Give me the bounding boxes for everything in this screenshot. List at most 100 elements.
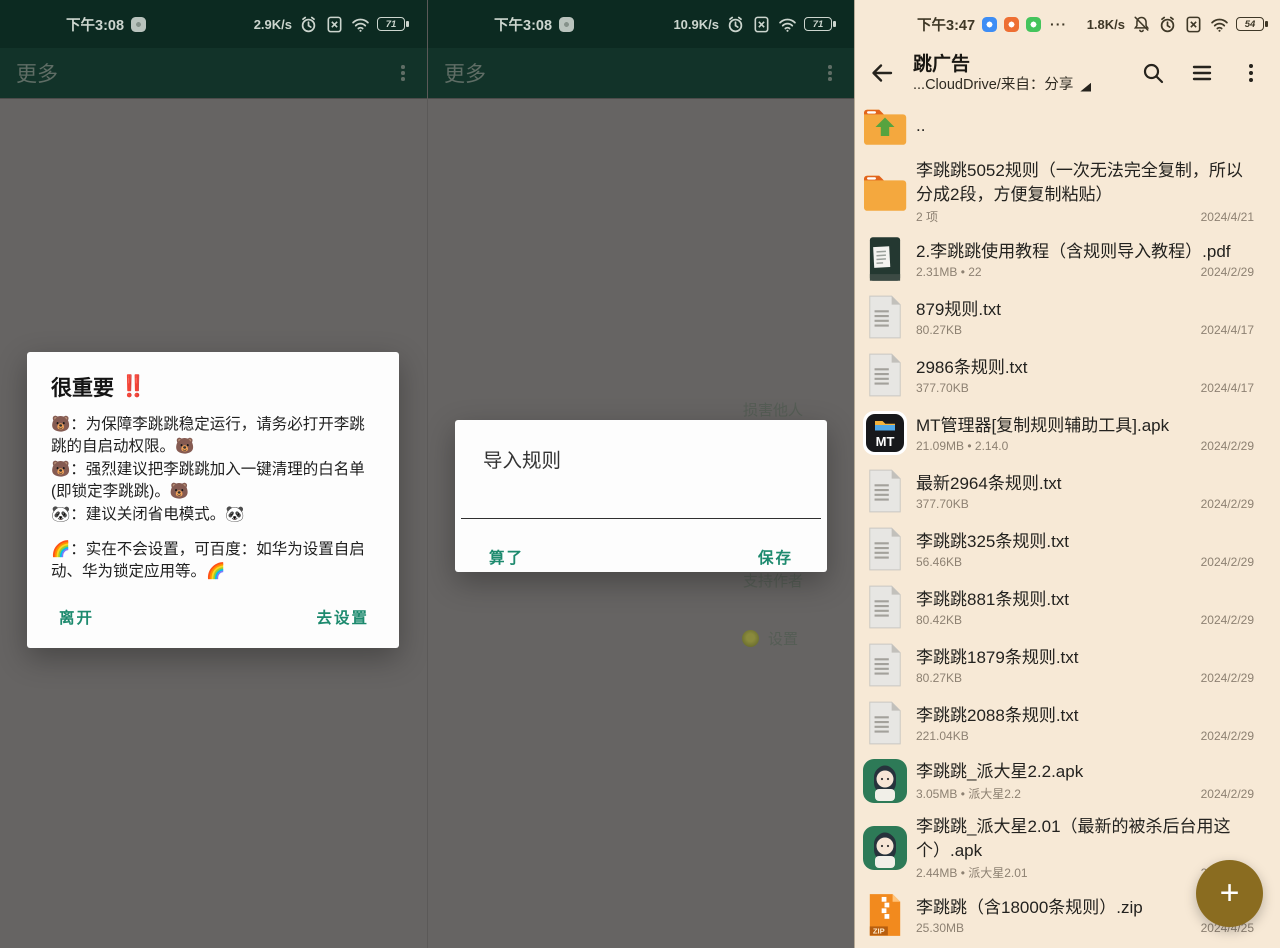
status-bar: 下午3:08 2.9K/s 71 [0, 0, 427, 48]
file-row[interactable]: 李跳跳2088条规则.txt 221.04KB 2024/2/29 [855, 694, 1280, 752]
girl-icon [861, 824, 909, 872]
file-row[interactable]: 879规则.txt 80.27KB 2024/4/17 [855, 288, 1280, 346]
file-name: 李跳跳1879条规则.txt [916, 646, 1254, 670]
file-row[interactable]: 规则328.txt 59.06KB 2024/4/17 [855, 944, 1280, 948]
txt-icon [861, 699, 909, 747]
battery-level: 71 [386, 19, 397, 30]
screenshot-composite: 下午3:08 2.9K/s 71 更多 损害他人 支持作者 设置 很重要‼️ [0, 0, 1280, 948]
app-bar: 跳广告 ...CloudDrive/来自：分享 [855, 46, 1280, 100]
file-row[interactable]: 李跳跳5052规则（一次无法完全复制，所以分成2段，方便复制粘贴） 2 项 20… [855, 154, 1280, 230]
svg-text:ZIP: ZIP [873, 927, 885, 936]
folder-icon [861, 168, 909, 216]
panel-more-import-dialog: 下午3:08 10.9K/s 71 更多 损害他人 支持作者 设置 导入规则 [427, 0, 854, 948]
back-icon[interactable] [867, 58, 897, 88]
file-date: 2024/2/29 [1201, 497, 1254, 511]
status-time: 下午3:08 [66, 14, 124, 35]
txt-icon [861, 525, 909, 573]
file-row[interactable]: .. [855, 98, 1280, 154]
file-name: 2.李跳跳使用教程（含规则导入教程）.pdf [916, 240, 1254, 264]
file-name: 李跳跳5052规则（一次无法完全复制，所以分成2段，方便复制粘贴） [916, 159, 1254, 207]
file-name: 李跳跳_派大星2.01（最新的被杀后台用这个）.apk [916, 815, 1254, 863]
page-title: 跳广告 [913, 53, 1117, 76]
notification-app-icon-orange [1004, 17, 1019, 32]
file-meta: 80.27KB [916, 323, 1201, 337]
girl-icon [861, 757, 909, 805]
file-meta: 3.05MB • 派大星2.2 [916, 785, 1201, 802]
file-row[interactable]: 最新2964条规则.txt 377.70KB 2024/2/29 [855, 462, 1280, 520]
breadcrumb[interactable]: ...CloudDrive/来自：分享 [913, 76, 1117, 94]
leave-button[interactable]: 离开 [53, 598, 100, 636]
go-settings-button[interactable]: 去设置 [310, 598, 375, 636]
file-date: 2024/2/29 [1201, 729, 1254, 743]
panel-file-manager: 下午3:47 ··· 1.8K/s 54 跳广告 ...CloudDrive/来 [854, 0, 1280, 948]
file-list: .. 李跳跳5052规则（一次无法完全复制，所以分成2段，方便复制粘贴） 2 项… [855, 98, 1280, 948]
bg-item-settings: 设置 [742, 628, 798, 649]
status-time: 下午3:47 [917, 14, 975, 35]
network-speed: 2.9K/s [254, 17, 292, 32]
cancel-button[interactable]: 算了 [483, 538, 530, 576]
app-bar: 更多 [0, 48, 427, 98]
more-options-icon[interactable] [822, 59, 838, 87]
file-meta: 377.70KB [916, 381, 1201, 395]
dialog-text-line [51, 526, 377, 539]
import-rules-dialog: 导入规则 算了 保存 [455, 420, 827, 572]
bg-item-harm-others: 损害他人 [743, 399, 803, 420]
plus-icon: + [1220, 874, 1240, 913]
view-list-icon[interactable] [1189, 60, 1215, 86]
battery-icon: 54 [1236, 17, 1264, 31]
file-row[interactable]: 李跳跳_派大星2.2.apk 3.05MB • 派大星2.2 2024/2/29 [855, 752, 1280, 810]
battery-level: 71 [813, 19, 824, 30]
dialog-text-line: 🐻：强烈建议把李跳跳加入一键清理的白名单(即锁定李跳跳)。🐻 [51, 459, 377, 504]
more-notifications-icon: ··· [1050, 16, 1067, 32]
folder-up-icon [861, 102, 909, 150]
rule-input-field[interactable] [461, 494, 821, 519]
file-name: 李跳跳2088条规则.txt [916, 704, 1254, 728]
txt-icon [861, 641, 909, 689]
mute-bell-icon [1132, 15, 1151, 34]
more-options-icon[interactable] [1238, 60, 1264, 86]
wifi-icon [1210, 15, 1229, 34]
file-row[interactable]: 2.李跳跳使用教程（含规则导入教程）.pdf 2.31MB • 22 2024/… [855, 230, 1280, 288]
search-icon[interactable] [1140, 60, 1166, 86]
status-app-icon [131, 17, 146, 32]
file-name: MT管理器[复制规则辅助工具].apk [916, 414, 1254, 438]
svg-text:MT: MT [876, 434, 895, 449]
file-name: 2986条规则.txt [916, 356, 1254, 380]
file-name: .. [916, 106, 1254, 146]
battery-icon: 71 [804, 17, 832, 31]
file-name: 最新2964条规则.txt [916, 472, 1254, 496]
file-meta: 221.04KB [916, 729, 1201, 743]
file-row[interactable]: 李跳跳325条规则.txt 56.46KB 2024/2/29 [855, 520, 1280, 578]
page-title: 更多 [444, 58, 486, 88]
dialog-actions: 算了 保存 [455, 538, 827, 576]
file-row[interactable]: 李跳跳1879条规则.txt 80.27KB 2024/2/29 [855, 636, 1280, 694]
kiwi-icon [742, 630, 759, 647]
txt-icon [861, 467, 909, 515]
txt-icon [861, 293, 909, 341]
more-options-icon[interactable] [395, 59, 411, 87]
save-button[interactable]: 保存 [752, 538, 799, 576]
file-date: 2024/2/29 [1201, 265, 1254, 279]
page-title: 更多 [16, 58, 58, 88]
status-bar: 下午3:47 ··· 1.8K/s 54 [855, 0, 1280, 48]
file-date: 2024/2/29 [1201, 439, 1254, 453]
sim-disabled-icon [752, 15, 771, 34]
battery-icon: 71 [377, 17, 405, 31]
sim-disabled-icon [325, 15, 344, 34]
status-app-icon [559, 17, 574, 32]
dialog-actions: 离开 去设置 [51, 598, 377, 636]
file-row[interactable]: 2986条规则.txt 377.70KB 2024/4/17 [855, 346, 1280, 404]
status-bar: 下午3:08 10.9K/s 71 [428, 0, 854, 48]
file-row[interactable]: 李跳跳881条规则.txt 80.42KB 2024/2/29 [855, 578, 1280, 636]
file-name: 李跳跳_派大星2.2.apk [916, 760, 1254, 784]
status-time: 下午3:08 [494, 14, 552, 35]
file-meta: 2.31MB • 22 [916, 265, 1201, 279]
file-row[interactable]: MT MT管理器[复制规则辅助工具].apk 21.09MB • 2.14.0 … [855, 404, 1280, 462]
mt-icon: MT [861, 409, 909, 457]
sim-disabled-icon [1184, 15, 1203, 34]
file-meta: 21.09MB • 2.14.0 [916, 439, 1201, 453]
file-date: 2024/4/21 [1201, 210, 1254, 224]
double-exclamation-icon: ‼️ [120, 375, 146, 399]
title-block[interactable]: 跳广告 ...CloudDrive/来自：分享 [913, 53, 1117, 94]
add-fab-button[interactable]: + [1196, 860, 1263, 927]
